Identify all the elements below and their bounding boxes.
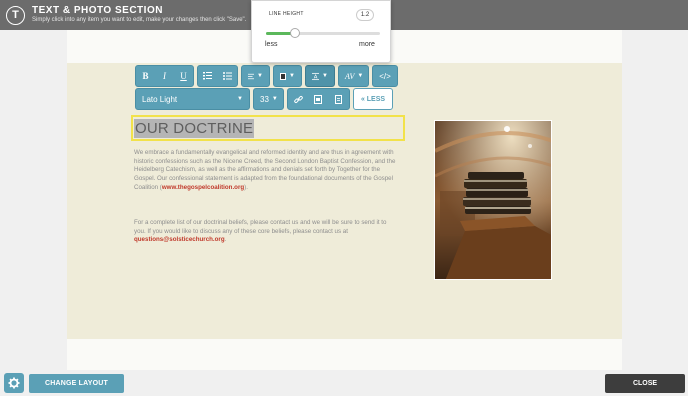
format-toolbar-row-1: B I U ▼ ▼ A ▼ AV ▼ </> — [135, 65, 401, 87]
unordered-list-icon[interactable] — [218, 66, 238, 86]
align-icon: ▼ — [248, 73, 263, 79]
font-size-dropdown[interactable]: 33 ▼ — [253, 88, 284, 110]
font-family-dropdown[interactable]: Lato Light ▼ — [135, 88, 250, 110]
line-height-max-label: more — [359, 41, 375, 48]
chevron-down-icon: ▼ — [271, 96, 278, 102]
less-options-button[interactable]: « LESS — [353, 88, 393, 110]
list-group — [197, 65, 238, 87]
align-dropdown[interactable]: ▼ — [241, 65, 270, 87]
ordered-list-icon[interactable] — [198, 66, 218, 86]
text-style-group: B I U — [135, 65, 194, 87]
video-icon[interactable] — [308, 89, 328, 109]
format-toolbar-row-2: Lato Light ▼ 33 ▼ « LESS — [135, 88, 393, 110]
gear-icon — [8, 377, 20, 389]
section-title: TEXT & PHOTO SECTION — [32, 5, 163, 16]
logo-icon: T — [6, 6, 25, 25]
paragraph-text: For a complete list of our doctrinal bel… — [134, 219, 387, 235]
underline-button[interactable]: U — [174, 66, 193, 86]
insert-group — [287, 88, 350, 110]
color-dropdown[interactable]: ▼ — [273, 65, 302, 87]
books-photo-image — [435, 121, 551, 279]
section-subtitle: Simply click into any item you want to e… — [32, 17, 247, 23]
line-height-dropdown[interactable]: A ▼ — [305, 65, 335, 87]
font-family-select: Lato Light ▼ — [136, 89, 249, 109]
contact-paragraph[interactable]: For a complete list of our doctrinal bel… — [134, 219, 399, 245]
line-height-slider[interactable] — [266, 28, 380, 38]
svg-text:A: A — [314, 74, 318, 80]
bold-button[interactable]: B — [136, 66, 155, 86]
line-height-popover: LINE HEIGHT 1.2 less more — [251, 0, 391, 63]
line-height-value[interactable]: 1.2 — [356, 9, 374, 21]
font-family-value: Lato Light — [142, 94, 178, 104]
code-icon: </> — [379, 71, 391, 81]
section-photo[interactable] — [434, 120, 552, 280]
line-height-label: LINE HEIGHT — [269, 11, 304, 17]
gospel-coalition-link[interactable]: www.thegospelcoalition.org — [162, 184, 244, 191]
document-icon[interactable] — [329, 89, 349, 109]
font-size-select: 33 ▼ — [254, 89, 283, 109]
section-heading[interactable]: OUR DOCTRINE — [134, 119, 255, 138]
italic-button[interactable]: I — [155, 66, 174, 86]
font-size-value: 33 — [260, 94, 269, 104]
link-icon[interactable] — [288, 89, 308, 109]
line-height-slider-handle[interactable] — [289, 28, 300, 38]
paragraph-text-end: ). — [244, 183, 248, 191]
change-layout-button[interactable]: CHANGE LAYOUT — [29, 374, 124, 393]
close-button[interactable]: CLOSE — [605, 374, 685, 393]
line-height-min-label: less — [265, 41, 278, 48]
line-height-icon: A ▼ — [312, 72, 328, 80]
doctrine-paragraph[interactable]: We embrace a fundamentally evangelical a… — [134, 149, 399, 193]
email-link[interactable]: questions@solsticechurch.org — [134, 236, 225, 243]
settings-button[interactable] — [4, 373, 24, 393]
letter-spacing-icon: AV ▼ — [345, 71, 364, 81]
text-color-icon: ▼ — [274, 66, 301, 86]
paragraph-text-end: . — [224, 236, 227, 244]
letter-spacing-dropdown[interactable]: AV ▼ — [338, 65, 369, 87]
html-code-button[interactable]: </> — [372, 65, 398, 87]
chevron-down-icon: ▼ — [237, 96, 243, 102]
